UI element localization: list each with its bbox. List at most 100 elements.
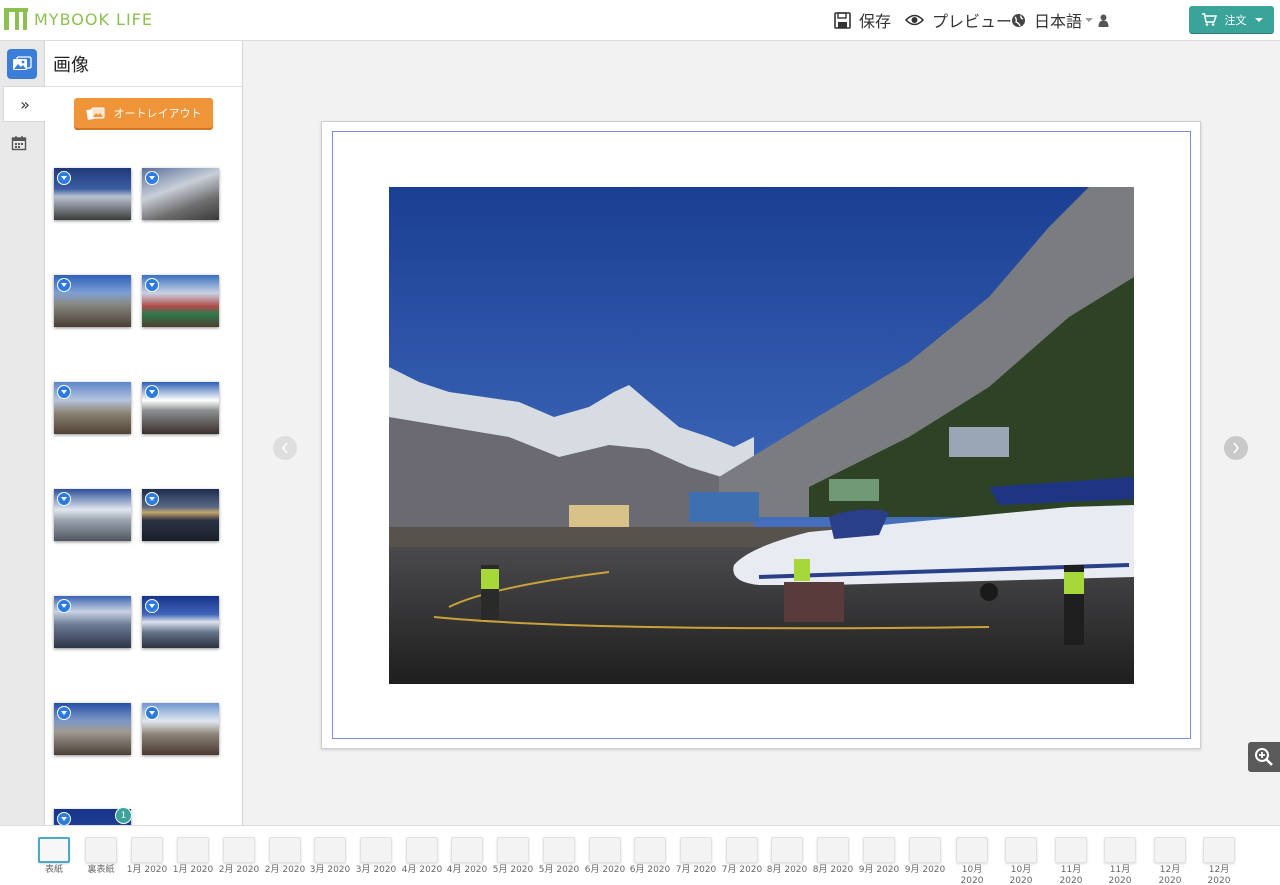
chevron-down-icon[interactable] — [145, 599, 159, 613]
page-thumbnail-label: 8月 2020 — [812, 865, 854, 875]
image-thumbnail[interactable] — [142, 703, 219, 755]
page-thumbnail[interactable] — [1104, 837, 1136, 863]
page-thumbnail[interactable] — [589, 837, 621, 863]
image-thumbnail[interactable] — [142, 489, 219, 541]
app-logo[interactable]: MYBOOK LIFE — [4, 8, 153, 30]
chevron-down-icon[interactable] — [145, 171, 159, 185]
chevron-down-icon[interactable] — [145, 706, 159, 720]
chevron-down-icon[interactable] — [145, 385, 159, 399]
page-thumbnail[interactable] — [1154, 837, 1186, 863]
page-thumbnail[interactable] — [1203, 837, 1235, 863]
preview-label: プレビュー — [932, 12, 1013, 31]
page-thumbnail[interactable] — [1055, 837, 1087, 863]
chevron-left-icon — [281, 442, 288, 454]
page-thumbnail-label: 裏表紙 — [87, 865, 115, 875]
image-thumbnail[interactable] — [54, 382, 131, 434]
page-thumbnail-label: 10月 2020 — [960, 865, 984, 885]
globe-icon — [1012, 13, 1025, 27]
page-thumbnail[interactable] — [634, 837, 666, 863]
page-thumbnail[interactable] — [817, 837, 849, 863]
order-button[interactable]: 注文 — [1189, 6, 1274, 33]
zoom-button[interactable] — [1248, 742, 1280, 772]
image-thumbnail[interactable] — [142, 275, 219, 327]
page-thumbnail[interactable] — [406, 837, 438, 863]
page-thumbnail[interactable] — [451, 837, 483, 863]
chevron-down-icon[interactable] — [145, 278, 159, 292]
page-thumbnail[interactable] — [680, 837, 712, 863]
user-icon — [1098, 14, 1109, 27]
page-thumbnail[interactable] — [543, 837, 575, 863]
preview-button[interactable]: プレビュー — [905, 10, 1013, 31]
page-thumbnail-label: 7月 2020 — [675, 865, 717, 875]
page-thumbnail[interactable] — [131, 837, 163, 863]
images-icon — [13, 56, 32, 70]
page-thumbnail-label: 3月 2020 — [309, 865, 351, 875]
image-thumbnail[interactable] — [142, 596, 219, 648]
page-thumbnail-label: 9月 2020 — [904, 865, 946, 875]
image-thumbnail[interactable] — [54, 275, 131, 327]
page-thumbnail[interactable] — [314, 837, 346, 863]
page-thumbnail-label: 10月 2020 — [1009, 865, 1033, 885]
chevron-down-icon[interactable] — [57, 706, 71, 720]
auto-layout-button[interactable]: オートレイアウト — [74, 98, 213, 128]
collapse-panel-button[interactable]: » — [3, 86, 46, 122]
page-thumbnail-label: 表紙 — [44, 865, 63, 875]
page-thumbnail[interactable] — [1005, 837, 1037, 863]
top-bar: MYBOOK LIFE 保存 プレビュー 日本語 注文 — [0, 0, 1280, 41]
chevron-down-icon[interactable] — [57, 812, 71, 825]
page-thumbnail-label: 12月 2020 — [1207, 865, 1231, 885]
page-thumbnail-label: 5月 2020 — [538, 865, 580, 875]
caret-down-icon — [1085, 18, 1094, 22]
page-thumbnail-label: 5月 2020 — [492, 865, 534, 875]
chevron-down-icon[interactable] — [145, 492, 159, 506]
page-strip: 表紙 裏表紙 1月 2020 1月 2020 2月 2020 2月 2020 3月 2020… — [0, 825, 1280, 885]
save-label: 保存 — [859, 12, 892, 31]
next-page-button[interactable] — [1224, 436, 1248, 460]
image-thumbnail[interactable] — [54, 596, 131, 648]
page-thumbnail[interactable] — [497, 837, 529, 863]
page-thumbnail-label: 2月 2020 — [218, 865, 260, 875]
auto-layout-icon — [85, 107, 104, 120]
image-thumbnail[interactable] — [54, 489, 131, 541]
calendar-tab-button[interactable] — [11, 135, 27, 155]
order-label: 注文 — [1224, 13, 1247, 27]
page-thumbnail-label: 8月 2020 — [766, 865, 808, 875]
mountain-airstrip-photo — [389, 187, 1134, 684]
page-thumbnail[interactable] — [956, 837, 988, 863]
logo-mark-icon — [4, 8, 28, 30]
page-thumbnail[interactable] — [38, 837, 70, 863]
image-thumbnail[interactable] — [142, 168, 219, 220]
page-thumbnail-label: 4月 2020 — [446, 865, 488, 875]
prev-page-button[interactable] — [273, 436, 297, 460]
chevron-down-icon[interactable] — [57, 492, 71, 506]
chevron-down-icon[interactable] — [57, 385, 71, 399]
book-page[interactable] — [321, 121, 1201, 749]
page-thumbnail[interactable] — [909, 837, 941, 863]
account-button[interactable] — [1098, 10, 1109, 30]
page-thumbnail[interactable] — [863, 837, 895, 863]
page-thumbnail[interactable] — [85, 837, 117, 863]
page-thumbnail[interactable] — [771, 837, 803, 863]
image-thumbnail[interactable] — [54, 168, 131, 220]
save-button[interactable]: 保存 — [834, 10, 892, 31]
chevron-down-icon[interactable] — [57, 599, 71, 613]
panel-title: 画像 — [53, 55, 89, 76]
page-thumbnail-label: 11月 2020 — [1108, 865, 1132, 885]
eye-icon — [905, 14, 924, 26]
image-thumbnail[interactable] — [142, 382, 219, 434]
save-icon — [834, 11, 851, 29]
chevron-down-icon[interactable] — [57, 278, 71, 292]
images-tab-button[interactable] — [7, 49, 37, 79]
page-thumbnail[interactable] — [726, 837, 758, 863]
page-thumbnail-label: 1月 2020 — [126, 865, 168, 875]
chevron-right-icon — [1233, 442, 1240, 454]
chevron-down-icon[interactable] — [57, 171, 71, 185]
language-label: 日本語 — [1034, 12, 1083, 31]
page-thumbnail[interactable] — [223, 837, 255, 863]
page-thumbnail[interactable] — [269, 837, 301, 863]
language-selector[interactable]: 日本語 — [1011, 10, 1094, 31]
page-thumbnail[interactable] — [177, 837, 209, 863]
page-photo[interactable] — [389, 187, 1134, 684]
image-thumbnail[interactable] — [54, 703, 131, 755]
page-thumbnail[interactable] — [360, 837, 392, 863]
